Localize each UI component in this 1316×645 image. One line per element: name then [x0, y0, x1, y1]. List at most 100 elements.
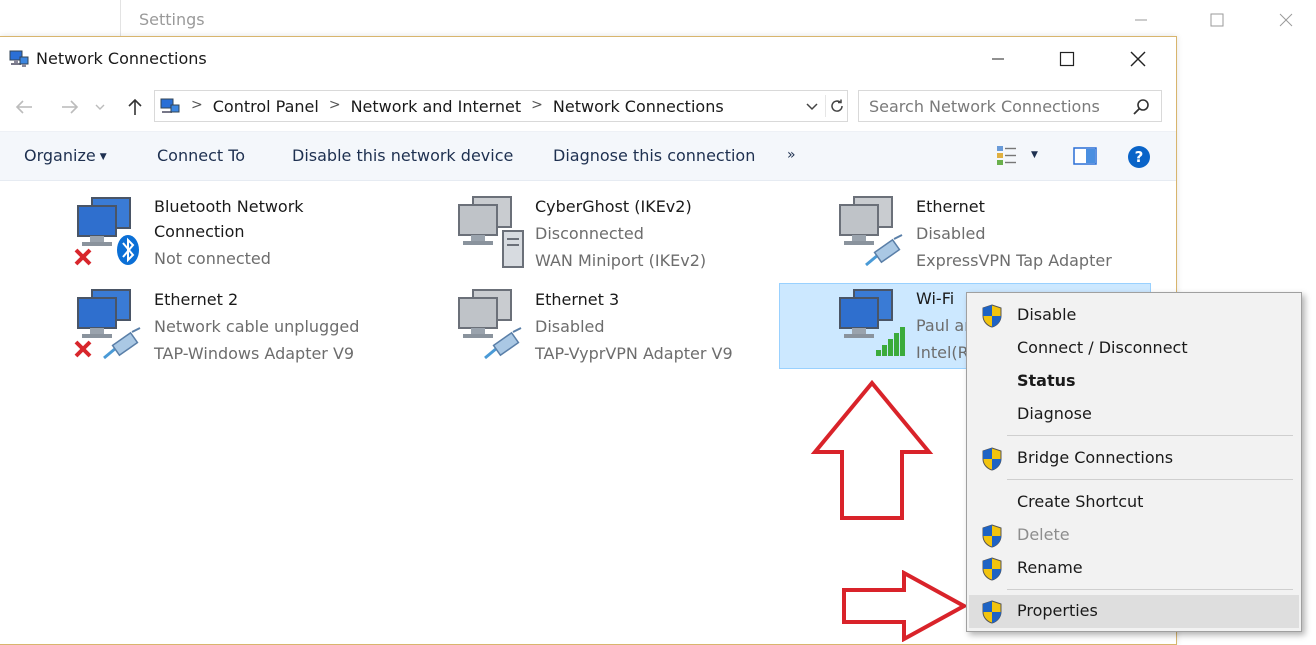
menu-item-label: Rename [1017, 558, 1083, 577]
menu-item-connect-disconnect[interactable]: Connect / Disconnect [969, 332, 1299, 365]
menu-item-create-shortcut[interactable]: Create Shortcut [969, 486, 1299, 519]
connection-name: Ethernet [916, 197, 985, 216]
connection-device: Intel(R [916, 343, 969, 362]
connection-item-ethernet-3[interactable]: Ethernet 3 Disabled TAP-VyprVPN Adapter … [455, 286, 827, 372]
menu-separator [1007, 435, 1293, 436]
breadcrumb-separator[interactable]: > [329, 97, 341, 116]
up-button[interactable] [123, 95, 147, 119]
breadcrumb-separator[interactable]: > [531, 97, 543, 116]
maximize-button[interactable] [1044, 41, 1090, 77]
connection-status: Paul ar [916, 316, 971, 335]
menu-item-delete[interactable]: Delete [969, 519, 1299, 552]
vpn-network-icon [458, 196, 524, 268]
close-icon [1130, 51, 1146, 67]
connection-status: Network cable unplugged [154, 317, 360, 336]
minimize-icon [1135, 19, 1147, 21]
bluetooth-network-icon [74, 197, 139, 266]
menu-item-label: Status [1017, 371, 1076, 390]
caret-down-icon: ▼ [1031, 150, 1038, 160]
menu-item-status[interactable]: Status [969, 365, 1299, 398]
connection-status: Disabled [916, 224, 986, 243]
connection-item-cyberghost[interactable]: CyberGhost (IKEv2) Disconnected WAN Mini… [455, 193, 827, 279]
menu-item-rename[interactable]: Rename [969, 552, 1299, 585]
preview-pane-button[interactable] [1073, 147, 1097, 169]
connection-device: ExpressVPN Tap Adapter [916, 251, 1112, 270]
breadcrumb-network-connections[interactable]: Network Connections [553, 97, 724, 116]
context-menu: Disable Connect / Disconnect Status Diag… [966, 292, 1302, 632]
breadcrumb-separator[interactable]: > [191, 97, 203, 116]
breadcrumb-control-panel[interactable]: Control Panel [213, 97, 319, 116]
connection-text: Bluetooth Network Connection Not connect… [154, 194, 304, 273]
connection-text: Ethernet 2 Network cable unplugged TAP-W… [154, 286, 359, 367]
menu-item-label: Disable [1017, 305, 1077, 324]
menu-separator [1007, 479, 1293, 480]
view-options-dropdown[interactable]: ▼ [1031, 150, 1038, 160]
arrow-up-annotation-icon [810, 380, 934, 520]
connection-device: WAN Miniport (IKEv2) [535, 251, 707, 270]
disable-device-button[interactable]: Disable this network device [292, 146, 513, 165]
menu-item-label: Connect / Disconnect [1017, 338, 1188, 357]
menu-item-label: Diagnose [1017, 404, 1092, 423]
back-button[interactable] [12, 95, 36, 119]
connection-item-ethernet[interactable]: Ethernet Disabled ExpressVPN Tap Adapter [836, 193, 1208, 279]
connection-status: Disconnected [535, 224, 644, 243]
network-connections-icon [160, 98, 180, 113]
wifi-network-icon [839, 289, 905, 356]
refresh-icon [830, 99, 843, 112]
menu-item-properties[interactable]: Properties [969, 595, 1299, 628]
address-bar[interactable]: > Control Panel > Network and Internet >… [154, 90, 848, 122]
connection-item-ethernet-2[interactable]: Ethernet 2 Network cable unplugged TAP-W… [74, 286, 446, 372]
connection-name: Bluetooth Network [154, 197, 304, 216]
minimize-button[interactable] [975, 41, 1021, 77]
more-commands-button[interactable]: » [787, 147, 796, 163]
minimize-icon [992, 58, 1004, 60]
ethernet-network-icon [839, 196, 903, 267]
preview-pane-icon [1073, 147, 1097, 165]
network-connections-icon [9, 50, 29, 67]
address-dropdown-button[interactable] [801, 95, 823, 117]
maximize-icon [1210, 13, 1224, 27]
ethernet-network-icon [74, 289, 141, 360]
search-input[interactable]: Search Network Connections [869, 97, 1100, 116]
chevron-down-icon [806, 103, 818, 111]
diagnose-connection-button[interactable]: Diagnose this connection [553, 146, 755, 165]
title-bar[interactable]: Network Connections [0, 37, 1176, 81]
menu-item-label: Bridge Connections [1017, 448, 1174, 467]
help-icon: ? [1128, 146, 1150, 168]
connection-text: CyberGhost (IKEv2) Disconnected WAN Mini… [535, 193, 706, 274]
menu-item-label: Create Shortcut [1017, 492, 1144, 511]
connection-name-line2: Connection [154, 222, 245, 241]
caret-down-icon: ▼ [99, 152, 107, 162]
breadcrumb-network-and-internet[interactable]: Network and Internet [351, 97, 522, 116]
menu-item-disable[interactable]: Disable [969, 299, 1299, 332]
menu-item-label: Delete [1017, 525, 1070, 544]
ethernet-network-icon [458, 289, 522, 360]
svg-text:?: ? [1135, 148, 1144, 166]
connection-item-bluetooth[interactable]: Bluetooth Network Connection Not connect… [74, 194, 446, 280]
connection-status: Not connected [154, 249, 271, 268]
uac-shield-icon [982, 557, 1002, 581]
settings-close-button[interactable] [1266, 6, 1306, 34]
settings-minimize-button[interactable] [1121, 6, 1161, 34]
menu-item-bridge-connections[interactable]: Bridge Connections [969, 442, 1299, 475]
chevron-down-icon [95, 104, 105, 110]
change-view-button[interactable] [996, 144, 1022, 172]
connection-device: TAP-VyprVPN Adapter V9 [535, 344, 733, 363]
search-box[interactable]: Search Network Connections [858, 90, 1162, 122]
connection-text: Wi-Fi Paul ar Intel(R [916, 285, 971, 366]
desktop: Settings Network Connections > Control P… [0, 0, 1316, 645]
connect-to-button[interactable]: Connect To [157, 146, 245, 165]
connection-name: Wi-Fi [916, 289, 955, 308]
close-button[interactable] [1115, 41, 1161, 77]
organize-menu[interactable]: Organize ▼ [24, 146, 107, 165]
menu-separator [1007, 589, 1293, 590]
recent-locations-button[interactable] [92, 95, 108, 119]
settings-maximize-button[interactable] [1197, 6, 1237, 34]
forward-button[interactable] [58, 95, 82, 119]
connection-device: TAP-Windows Adapter V9 [154, 344, 355, 363]
menu-item-diagnose[interactable]: Diagnose [969, 398, 1299, 431]
search-icon [1133, 99, 1149, 115]
refresh-button[interactable] [825, 95, 847, 117]
connection-name: Ethernet 2 [154, 290, 239, 309]
help-button[interactable]: ? [1127, 145, 1151, 173]
